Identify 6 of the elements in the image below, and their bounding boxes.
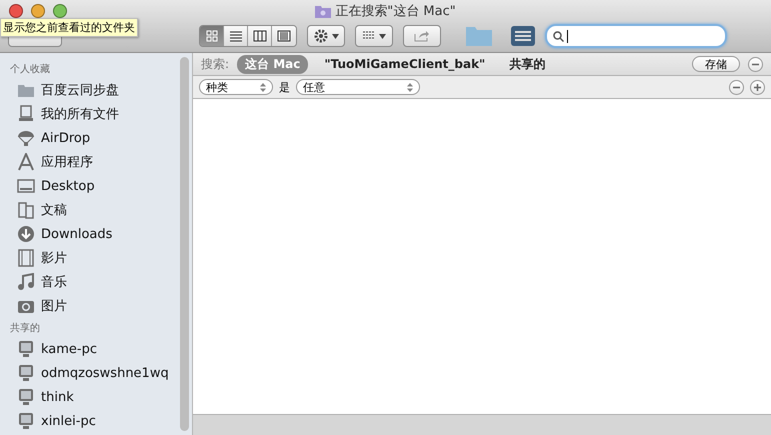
- section-title: 共享的: [10, 322, 40, 335]
- operator-label: 是: [279, 80, 290, 94]
- window-title: 正在搜索"这台 Mac": [335, 3, 456, 20]
- tooltip: 显示您之前查看过的文件夹: [0, 18, 138, 37]
- section-title: 个人收藏: [10, 62, 50, 76]
- search-label: 搜索:: [201, 56, 230, 72]
